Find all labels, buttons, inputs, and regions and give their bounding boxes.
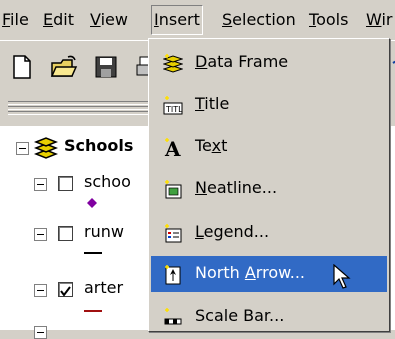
layer-visibility-checkbox-checked[interactable] (58, 282, 73, 297)
layer-collapse-toggle[interactable] (34, 284, 47, 297)
layer-visibility-checkbox[interactable] (58, 226, 73, 241)
menu-item-text[interactable]: A Text (151, 129, 387, 165)
undo-icon (392, 60, 395, 64)
open-folder-icon (50, 55, 78, 77)
menu-tools[interactable]: Tools (309, 6, 348, 34)
line-symbol-icon (84, 252, 102, 254)
new-document-button[interactable] (8, 53, 36, 81)
menu-window[interactable]: Wir (366, 6, 393, 34)
menu-file[interactable]: File (2, 6, 29, 34)
neatline-icon (165, 180, 182, 199)
toolbar-grip (8, 101, 148, 105)
point-symbol-icon (87, 198, 97, 208)
menu-item-label: Title (195, 94, 230, 113)
layer-label[interactable]: arter (84, 278, 123, 297)
menu-item-legend[interactable]: Legend... (151, 215, 387, 251)
menu-insert[interactable]: Insert (151, 5, 203, 35)
legend-icon (165, 224, 182, 243)
menu-item-label: Legend... (195, 222, 270, 241)
data-frame-name[interactable]: Schools (64, 136, 133, 155)
line-symbol-icon (84, 310, 102, 312)
menu-item-label: Neatline... (195, 178, 278, 197)
layer-collapse-toggle[interactable] (34, 178, 47, 191)
menu-item-label: North Arrow... (195, 263, 305, 282)
north-arrow-icon (165, 265, 181, 285)
menu-bar: File Edit View Insert Selection Tools Wi… (0, 0, 395, 40)
insert-menu: Data Frame TITLE Title A Text Neatline..… (148, 38, 390, 332)
menu-item-label: Data Frame (195, 52, 289, 71)
menu-edit[interactable]: Edit (43, 6, 74, 34)
layer-visibility-checkbox[interactable] (58, 176, 73, 191)
menu-view[interactable]: View (90, 6, 128, 34)
menu-item-label: Scale Bar... (195, 306, 285, 325)
new-document-icon (13, 55, 31, 79)
layer-label[interactable]: schoo (84, 172, 131, 191)
layer-label[interactable]: runw (84, 222, 124, 241)
menu-item-neatline[interactable]: Neatline... (151, 171, 387, 207)
data-frame-layers-icon (33, 137, 59, 159)
menu-item-north-arrow[interactable]: North Arrow... (151, 256, 387, 292)
open-button[interactable] (50, 53, 78, 81)
checkmark-icon (60, 286, 71, 297)
collapse-toggle[interactable] (16, 142, 29, 155)
text-icon: A (164, 138, 181, 158)
layer-collapse-toggle[interactable] (34, 326, 47, 339)
title-icon: TITLE (163, 96, 183, 115)
menu-item-data-frame[interactable]: Data Frame (151, 45, 387, 81)
menu-item-label: Text (195, 136, 228, 155)
menu-item-title[interactable]: TITLE Title (151, 87, 387, 123)
svg-text:TITLE: TITLE (165, 105, 183, 114)
menu-selection[interactable]: Selection (222, 6, 296, 34)
print-button[interactable] (134, 53, 148, 81)
toolbar-grip (8, 111, 148, 115)
save-disk-icon (95, 56, 117, 78)
toolbar-grip (8, 106, 148, 110)
menu-item-scale-bar[interactable]: Scale Bar... (151, 299, 387, 331)
save-button[interactable] (92, 53, 120, 81)
undo-button[interactable] (390, 53, 395, 81)
scale-bar-icon (164, 308, 182, 325)
print-icon (136, 56, 148, 76)
data-frame-icon (163, 54, 183, 73)
mouse-cursor-icon (333, 264, 351, 289)
layer-collapse-toggle[interactable] (34, 228, 47, 241)
